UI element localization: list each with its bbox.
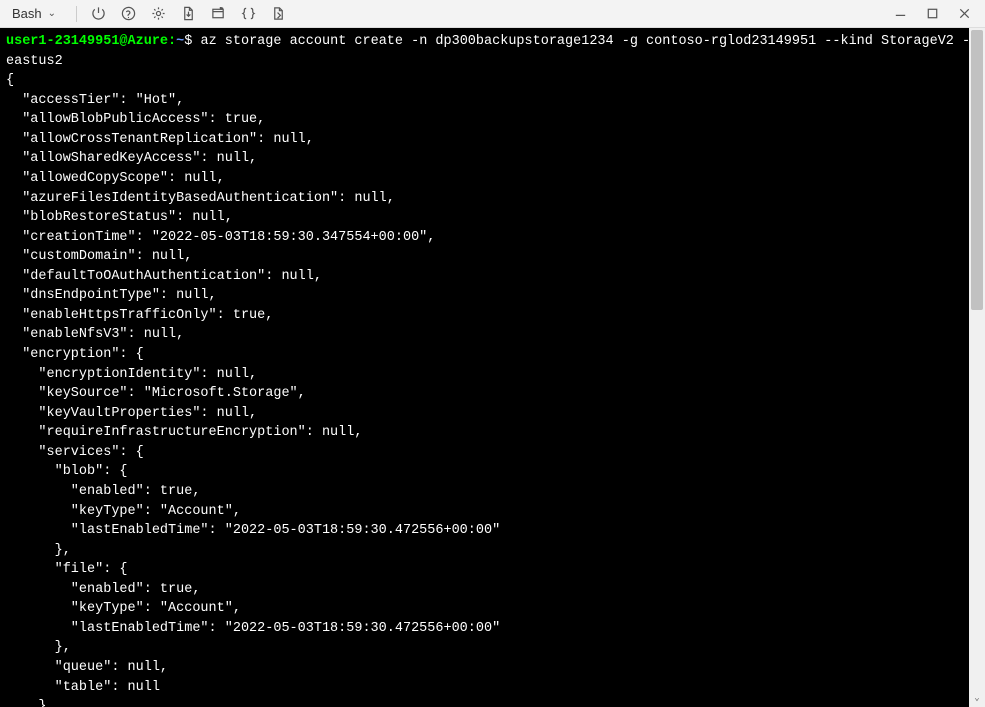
cloud-shell-toolbar: Bash ⌄	[0, 0, 985, 28]
minimize-button[interactable]	[885, 2, 915, 26]
file-transfer-icon	[181, 6, 196, 21]
upload-download-button[interactable]	[175, 2, 201, 26]
help-button[interactable]	[115, 2, 141, 26]
editor-button[interactable]	[235, 2, 261, 26]
maximize-icon	[925, 6, 940, 21]
terminal-pane[interactable]: user1-23149951@Azure:~$ az storage accou…	[0, 28, 985, 707]
command-output: { "accessTier": "Hot", "allowBlobPublicA…	[6, 71, 979, 707]
prompt-line: user1-23149951@Azure:~$ az storage accou…	[6, 32, 979, 71]
prompt-user-host: user1-23149951@Azure	[6, 34, 168, 49]
new-session-button[interactable]	[205, 2, 231, 26]
toolbar-separator	[76, 6, 77, 22]
chevron-down-icon: ⌄	[48, 8, 56, 19]
vertical-scrollbar[interactable]	[969, 28, 985, 691]
settings-button[interactable]	[145, 2, 171, 26]
restart-button[interactable]	[85, 2, 111, 26]
close-button[interactable]	[949, 2, 979, 26]
maximize-button[interactable]	[917, 2, 947, 26]
toolbar-right-group	[885, 2, 979, 26]
new-window-icon	[211, 6, 226, 21]
power-icon	[91, 6, 106, 21]
minimize-icon	[893, 6, 908, 21]
web-preview-button[interactable]	[265, 2, 291, 26]
shell-selector[interactable]: Bash ⌄	[6, 4, 62, 23]
scrollbar-down-button[interactable]: ⌄	[969, 691, 985, 707]
gear-icon	[151, 6, 166, 21]
preview-icon	[271, 6, 286, 21]
toolbar-left-group: Bash ⌄	[6, 2, 291, 26]
shell-label: Bash	[12, 6, 42, 21]
scrollbar-thumb[interactable]	[971, 30, 983, 310]
braces-icon	[241, 6, 256, 21]
help-icon	[121, 6, 136, 21]
close-icon	[957, 6, 972, 21]
